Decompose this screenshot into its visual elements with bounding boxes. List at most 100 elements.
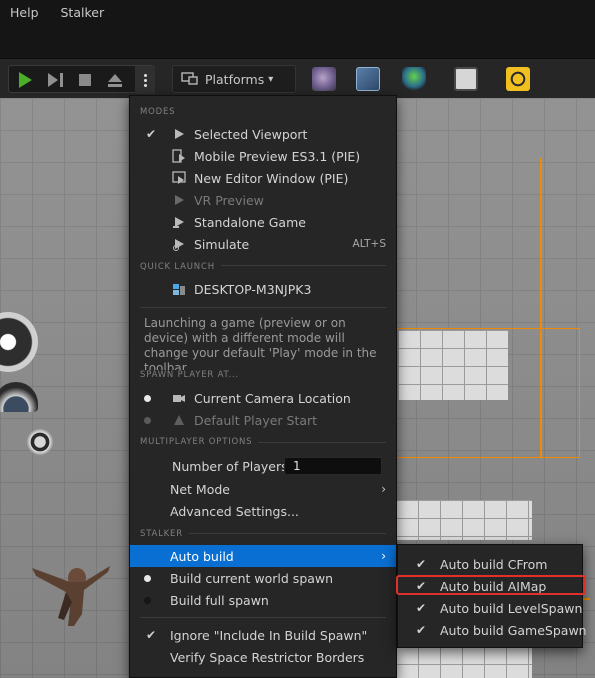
play-icon — [175, 129, 184, 139]
spawn-label: Current Camera Location — [194, 390, 351, 406]
stop-button[interactable] — [71, 66, 99, 94]
plugin-tool-icon-4[interactable] — [454, 67, 478, 91]
play-options-button[interactable] — [135, 66, 155, 94]
bullet-icon — [144, 596, 151, 604]
device-label: DESKTOP-M3NJPK3 — [194, 281, 312, 297]
menu-stalker[interactable]: Stalker — [61, 5, 105, 20]
player-start-icon — [174, 415, 184, 425]
camera-icon — [173, 395, 185, 402]
verify-label: Verify Space Restrictor Borders — [170, 649, 365, 665]
mode-label: Selected Viewport — [194, 126, 308, 142]
ai-map-tiles-upper — [398, 330, 508, 400]
eject-button[interactable] — [101, 66, 129, 94]
num-players-label: Number of Players — [172, 458, 288, 474]
eject-icon — [108, 73, 122, 87]
quick-launch-device[interactable]: DESKTOP-M3NJPK3 — [130, 278, 396, 300]
spawn-label: Default Player Start — [194, 412, 318, 428]
chevron-right-icon: › — [381, 549, 386, 563]
volume-edge — [540, 158, 542, 458]
mode-label: Mobile Preview ES3.1 (PIE) — [194, 148, 361, 164]
spawn-default-player-start: Default Player Start — [130, 409, 396, 431]
platforms-label: Platforms — [205, 71, 265, 87]
mode-mobile-preview[interactable]: Mobile Preview ES3.1 (PIE) — [130, 145, 396, 167]
platforms-icon — [181, 72, 198, 85]
submenu-label: Auto build GameSpawn — [440, 622, 587, 638]
play-options-menu: MODES ✔ Selected Viewport Mobile Preview… — [129, 95, 397, 678]
ai-map-tiles-lower — [396, 500, 532, 540]
mode-new-editor-window[interactable]: New Editor Window (PIE) — [130, 167, 396, 189]
step-button[interactable] — [41, 66, 69, 94]
spawn-current-camera[interactable]: Current Camera Location — [130, 387, 396, 409]
net-mode-label: Net Mode — [170, 481, 230, 497]
auto-build-levelspawn[interactable]: ✔ Auto build LevelSpawn — [398, 597, 582, 619]
step-icon — [47, 73, 58, 87]
mode-label: Simulate — [194, 236, 250, 252]
ignore-label: Ignore "Include In Build Spawn" — [170, 627, 368, 643]
section-quick-launch: QUICK LAUNCH — [140, 262, 221, 272]
play-button[interactable] — [11, 66, 39, 94]
number-of-players-row: Number of Players 1 — [130, 455, 396, 477]
mode-simulate[interactable]: Simulate ALT+S — [130, 233, 396, 255]
check-icon: ✔ — [146, 127, 157, 141]
mobile-preview-icon — [172, 149, 185, 163]
radiation-tool-icon[interactable] — [506, 67, 530, 91]
submenu-label: Auto build LevelSpawn — [440, 600, 583, 616]
menu-bar: Help Stalker — [0, 0, 595, 24]
plugin-tool-icon-2[interactable] — [356, 67, 380, 91]
mode-label: VR Preview — [194, 192, 264, 208]
standalone-icon — [173, 217, 184, 228]
separator — [140, 307, 386, 308]
step-bar — [59, 73, 63, 87]
build-full-label: Build full spawn — [170, 592, 269, 608]
ignore-include-in-build-spawn[interactable]: ✔ Ignore "Include In Build Spawn" — [130, 624, 396, 646]
plugin-tool-icon-1[interactable] — [312, 67, 336, 91]
auto-build-cfrom[interactable]: ✔ Auto build CFrom — [398, 553, 582, 575]
separator — [140, 617, 386, 618]
chevron-down-icon: ▾ — [268, 73, 274, 85]
section-modes: MODES — [140, 107, 176, 117]
play-icon — [18, 72, 32, 88]
mode-standalone-game[interactable]: Standalone Game — [130, 211, 396, 233]
section-spawn-player: SPAWN PLAYER AT... — [140, 370, 246, 380]
check-icon: ✔ — [416, 557, 427, 571]
new-window-icon — [172, 171, 186, 184]
bullet-icon — [144, 574, 151, 582]
menu-help[interactable]: Help — [10, 5, 39, 20]
num-players-input[interactable]: 1 — [284, 457, 382, 475]
verify-space-restrictor-borders[interactable]: Verify Space Restrictor Borders — [130, 646, 396, 668]
auto-build-submenu: ✔ Auto build CFrom ✔ Auto build AIMap ✔ … — [397, 544, 587, 648]
level-toolbar: Platforms ▾ — [0, 58, 595, 98]
simulate-shortcut: ALT+S — [352, 238, 386, 250]
stop-icon — [79, 74, 91, 86]
auto-build-label: Auto build — [170, 548, 234, 564]
check-icon: ✔ — [416, 601, 427, 615]
windows-device-icon — [173, 284, 185, 295]
submenu-label: Auto build CFrom — [440, 556, 548, 572]
build-full-spawn[interactable]: Build full spawn — [130, 589, 396, 611]
simulate-icon — [173, 239, 184, 251]
tab-strip — [0, 24, 595, 58]
advanced-settings-label: Advanced Settings... — [170, 503, 299, 519]
build-current-label: Build current world spawn — [170, 570, 334, 586]
play-controls — [8, 65, 155, 94]
chevron-right-icon: › — [381, 482, 386, 496]
radio-selected-icon — [144, 394, 151, 402]
section-multiplayer: MULTIPLAYER OPTIONS — [140, 437, 259, 447]
net-mode-item[interactable]: Net Mode › — [130, 478, 396, 500]
auto-build-gamespawn[interactable]: ✔ Auto build GameSpawn — [398, 619, 587, 641]
mode-vr-preview: VR Preview — [130, 189, 396, 211]
highlight-annotation-box — [396, 575, 586, 595]
mode-label: Standalone Game — [194, 214, 306, 230]
advanced-settings-item[interactable]: Advanced Settings... — [130, 500, 396, 522]
check-icon: ✔ — [146, 628, 157, 642]
directional-light-gizmo-icon[interactable] — [24, 426, 56, 458]
platforms-button[interactable]: Platforms ▾ — [172, 65, 296, 93]
section-stalker: STALKER — [140, 529, 189, 539]
auto-build-item[interactable]: Auto build › — [130, 545, 396, 567]
plugin-tool-icon-3[interactable] — [402, 67, 426, 91]
play-mode-description: Launching a game (preview or on device) … — [144, 316, 377, 375]
build-current-world-spawn[interactable]: Build current world spawn — [130, 567, 396, 589]
character-mannequin[interactable] — [22, 558, 112, 628]
mode-selected-viewport[interactable]: ✔ Selected Viewport — [130, 123, 396, 145]
check-icon: ✔ — [416, 623, 427, 637]
